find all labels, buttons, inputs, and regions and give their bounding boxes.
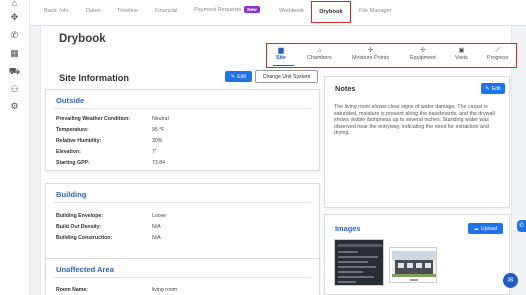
tab-timeline[interactable]: Timeline xyxy=(117,8,138,14)
outside-title: Outside xyxy=(56,96,85,105)
house-photo-thumbnail-icon xyxy=(390,248,436,282)
tab-site-label: Site xyxy=(276,55,286,61)
app-screenshot-thumbnail-icon xyxy=(335,240,383,285)
line-chart-icon: ⟋ xyxy=(495,47,501,54)
tab-moisture-points[interactable]: ✛ Moisture Points xyxy=(352,47,389,61)
upload-button[interactable]: ☁ Upload xyxy=(468,223,503,234)
phone-icon[interactable]: ✆ xyxy=(517,220,526,232)
change-unit-system-button[interactable]: Change Unit System xyxy=(255,70,318,83)
truck-icon[interactable]: ⛟ xyxy=(8,66,21,77)
notes-card: Notes ✎ Edit The living room shows clear… xyxy=(324,76,510,208)
notes-edit-button[interactable]: ✎ Edit xyxy=(481,83,505,94)
tab-basic-info[interactable]: Basic Info xyxy=(44,8,69,14)
field-value: living room xyxy=(152,287,178,293)
field-label: Temperature: xyxy=(56,127,89,133)
left-nav-rail: ⌂ ✥ ✆ ▦ ⛟ ⚇ ⚙ xyxy=(0,0,30,295)
divider xyxy=(54,277,311,278)
edit-icon: ✎ xyxy=(485,85,490,92)
chart-bars-icon: ▆ xyxy=(278,47,284,54)
site-information-title: Site Information xyxy=(59,73,129,83)
image-thumbnail[interactable] xyxy=(389,247,437,283)
unaffected-area-card: Unaffected Area Room Name: living room xyxy=(45,258,320,295)
field-label: Room Name: xyxy=(56,287,88,293)
page-title: Drybook xyxy=(59,33,106,45)
field-value: 95 °F xyxy=(152,127,165,133)
top-tab-bar: Basic Info Dates Timeline Financial Paym… xyxy=(30,0,526,26)
image-thumbnail[interactable] xyxy=(334,239,384,286)
field-label: Build Out Density: xyxy=(56,224,102,230)
outside-card: Outside Prevailing Weather Condition: Ne… xyxy=(45,89,320,171)
field-value: 7' xyxy=(152,149,156,155)
field-value: N/A xyxy=(152,224,161,230)
chat-icon[interactable]: ✉ xyxy=(503,273,518,288)
notes-edit-label: Edit xyxy=(491,85,501,92)
cloud-upload-icon: ☁ xyxy=(473,225,479,232)
field-label: Prevailing Weather Condition: xyxy=(56,116,130,122)
tab-progress-label: Progress xyxy=(487,55,509,61)
upload-label: Upload xyxy=(480,225,498,232)
tab-chambers-label: Chambers xyxy=(307,55,332,61)
tab-payment-requests[interactable]: Payment Requests New xyxy=(194,6,260,13)
tab-financial[interactable]: Financial xyxy=(155,8,177,14)
tab-visits[interactable]: ▣ Visits xyxy=(455,47,468,61)
site-edit-label: Edit xyxy=(237,73,247,80)
phone-icon[interactable]: ✆ xyxy=(8,30,21,41)
images-card: Images ☁ Upload xyxy=(324,214,510,295)
tab-workbook[interactable]: Workbook xyxy=(279,8,304,14)
field-value: N/A xyxy=(152,235,161,241)
images-title: Images xyxy=(335,224,361,233)
divider xyxy=(54,108,311,109)
tab-drybook-label: Drybook xyxy=(319,9,343,15)
active-tab-indicator xyxy=(273,65,294,67)
field-label: Relative Humidity: xyxy=(56,138,102,144)
tab-file-manager[interactable]: File Manager xyxy=(359,8,392,14)
calendar-check-icon: ▣ xyxy=(458,47,465,54)
notes-text: The living room shows clear signs of wat… xyxy=(334,104,495,137)
tab-chambers[interactable]: ⌂ Chambers xyxy=(307,47,332,61)
tab-equipment-label: Equipment xyxy=(410,55,436,61)
field-label: Starting GPP: xyxy=(56,160,90,166)
change-unit-system-label: Change Unit System xyxy=(262,73,311,80)
tab-equipment[interactable]: ✢ Equipment xyxy=(410,47,436,61)
handshake-icon[interactable]: ✥ xyxy=(8,12,21,23)
notes-title: Notes xyxy=(335,84,356,93)
edit-icon: ✎ xyxy=(230,73,236,80)
divider xyxy=(54,202,311,203)
home-icon[interactable]: ⌂ xyxy=(8,0,21,9)
field-label: Building Envelope: xyxy=(56,213,103,219)
tab-progress[interactable]: ⟋ Progress xyxy=(487,47,509,61)
calendar-icon[interactable]: ▦ xyxy=(8,48,21,59)
site-edit-button[interactable]: ✎ Edit xyxy=(225,71,252,82)
building-title: Building xyxy=(56,190,87,199)
unaffected-area-title: Unaffected Area xyxy=(56,265,114,274)
tab-payment-requests-label: Payment Requests xyxy=(194,6,242,13)
drybook-panel: Drybook ▆ Site ⌂ Chambers ✛ Moisture Poi… xyxy=(40,26,517,295)
fan-icon: ✢ xyxy=(420,47,426,54)
tab-drybook[interactable]: Drybook xyxy=(311,1,351,23)
crosshair-icon: ✛ xyxy=(367,47,374,54)
field-label: Building Construction: xyxy=(56,235,113,241)
field-value: 30% xyxy=(152,138,163,144)
section-tab-bar: ▆ Site ⌂ Chambers ✛ Moisture Points ✢ Eq… xyxy=(266,43,517,68)
tab-moisture-points-label: Moisture Points xyxy=(352,55,390,61)
tab-dates[interactable]: Dates xyxy=(86,8,101,14)
gear-icon[interactable]: ⚙ xyxy=(8,101,21,112)
house-icon: ⌂ xyxy=(317,47,322,54)
tab-visits-label: Visits xyxy=(455,55,468,61)
field-value: Loose xyxy=(152,213,167,219)
tab-site[interactable]: ▆ Site xyxy=(276,47,286,61)
field-value: 73.84 xyxy=(152,160,165,166)
new-badge: New xyxy=(244,6,260,13)
field-value: Neutral xyxy=(152,116,169,122)
main-content: Drybook ▆ Site ⌂ Chambers ✛ Moisture Poi… xyxy=(30,26,526,295)
field-label: Elevation: xyxy=(56,149,81,155)
team-icon[interactable]: ⚇ xyxy=(8,84,21,95)
